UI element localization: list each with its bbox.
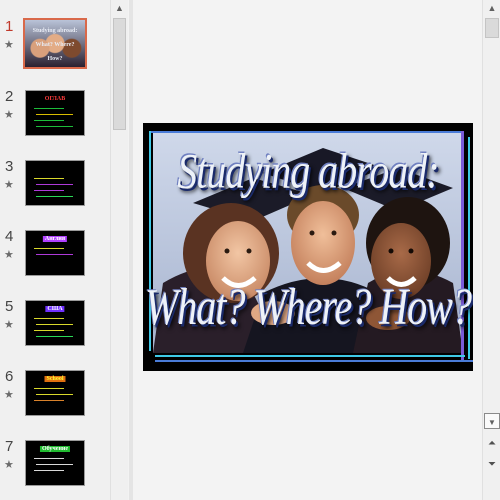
thumbnail-text-line xyxy=(36,336,73,337)
thumbnail-title: Studying abroad: What? Where? How? xyxy=(32,28,78,62)
animation-star-icon: ★ xyxy=(4,249,14,261)
thumbnail-text-line xyxy=(34,330,64,331)
slide-number: 5 xyxy=(5,298,14,315)
thumbnail-text-line xyxy=(36,464,73,465)
thumbnail-title: Обучение xyxy=(39,446,71,452)
thumbnail-text-line xyxy=(34,248,64,249)
slide-thumbnail-3[interactable]: 3 ★ xyxy=(0,158,110,216)
slide-thumbnail-1[interactable]: 1 ★ Studying abroad: What? Where? How? xyxy=(0,18,110,76)
slide-scrollbar[interactable]: ▲ ▼ ⏶ ⏷ xyxy=(482,0,500,500)
thumbnail-title: США xyxy=(45,306,65,312)
current-slide[interactable]: Studying abroad: What? Where? How? xyxy=(143,123,473,371)
slide-subtitle[interactable]: What? Where? How? xyxy=(143,276,473,337)
scroll-down-arrow-icon[interactable]: ▼ xyxy=(483,414,500,431)
slide-title[interactable]: Studying abroad: xyxy=(143,141,473,200)
thumbnail-image[interactable]: США xyxy=(25,300,85,346)
frame-line-bottom-blue xyxy=(155,360,473,362)
thumbnail-scrollbar[interactable]: ▲ xyxy=(110,0,128,500)
thumbnail-text-line xyxy=(34,178,64,179)
slide-scroll-thumb[interactable] xyxy=(485,18,499,38)
slide-thumbnail-4[interactable]: 4 ★ Англия xyxy=(0,228,110,286)
thumbnail-text-line xyxy=(34,190,64,191)
thumbnail-title: School xyxy=(44,376,66,382)
slide-number: 4 xyxy=(5,228,14,245)
slide-number: 1 xyxy=(5,18,14,35)
animation-star-icon: ★ xyxy=(4,109,14,121)
thumbnail-text-line xyxy=(36,394,73,395)
slide-number: 2 xyxy=(5,88,14,105)
slide-thumbnail-pane[interactable]: 1 ★ Studying abroad: What? Where? How? 2 ★ ОГ… xyxy=(0,0,110,500)
slide-number: 7 xyxy=(5,438,14,455)
thumbnail-image[interactable]: Studying abroad: What? Where? How? xyxy=(23,18,87,69)
slide-thumbnail-5[interactable]: 5 ★ США xyxy=(0,298,110,356)
thumbnail-image[interactable]: Обучение xyxy=(25,440,85,486)
frame-line-bottom-cyan xyxy=(155,355,465,357)
thumbnail-scroll-thumb[interactable] xyxy=(113,18,126,130)
thumbnail-image[interactable]: Англия xyxy=(25,230,85,276)
animation-star-icon: ★ xyxy=(4,179,14,191)
thumbnail-image[interactable]: School xyxy=(25,370,85,416)
animation-star-icon: ★ xyxy=(4,459,14,471)
thumbnail-text-line xyxy=(36,114,73,115)
animation-star-icon: ★ xyxy=(4,389,14,401)
slide-thumbnail-7[interactable]: 7 ★ Обучение xyxy=(0,438,110,496)
slide-edit-area[interactable]: Studying abroad: What? Where? How? xyxy=(133,0,482,500)
thumbnail-text-line xyxy=(36,254,73,255)
thumbnail-title: ОГЛАВ xyxy=(44,96,66,102)
thumbnail-title: Англия xyxy=(42,236,68,242)
scroll-up-arrow-icon[interactable]: ▲ xyxy=(111,0,128,17)
thumbnail-text-line xyxy=(34,120,64,121)
thumbnail-text-line xyxy=(34,318,64,319)
thumbnail-image[interactable] xyxy=(25,160,85,206)
slide-thumbnail-2[interactable]: 2 ★ ОГЛАВ xyxy=(0,88,110,146)
thumbnail-text-line xyxy=(36,184,73,185)
slide-number: 3 xyxy=(5,158,14,175)
slide-number: 6 xyxy=(5,368,14,385)
thumbnail-text-line xyxy=(36,126,73,127)
thumbnail-text-line xyxy=(36,196,73,197)
slide-thumbnail-6[interactable]: 6 ★ School xyxy=(0,368,110,426)
next-slide-icon[interactable]: ⏷ xyxy=(483,458,500,472)
previous-slide-icon[interactable]: ⏶ xyxy=(483,437,500,451)
thumbnail-text-line xyxy=(34,400,64,401)
thumbnail-image[interactable]: ОГЛАВ xyxy=(25,90,85,136)
thumbnail-text-line xyxy=(36,324,73,325)
thumbnail-text-line xyxy=(34,470,64,471)
thumbnail-text-line xyxy=(34,108,64,109)
animation-star-icon: ★ xyxy=(4,319,14,331)
thumbnail-text-line xyxy=(34,458,64,459)
scroll-up-arrow-icon[interactable]: ▲ xyxy=(483,0,500,17)
frame-line-top-blue xyxy=(149,131,463,133)
thumbnail-text-line xyxy=(34,388,64,389)
animation-star-icon: ★ xyxy=(4,39,14,51)
